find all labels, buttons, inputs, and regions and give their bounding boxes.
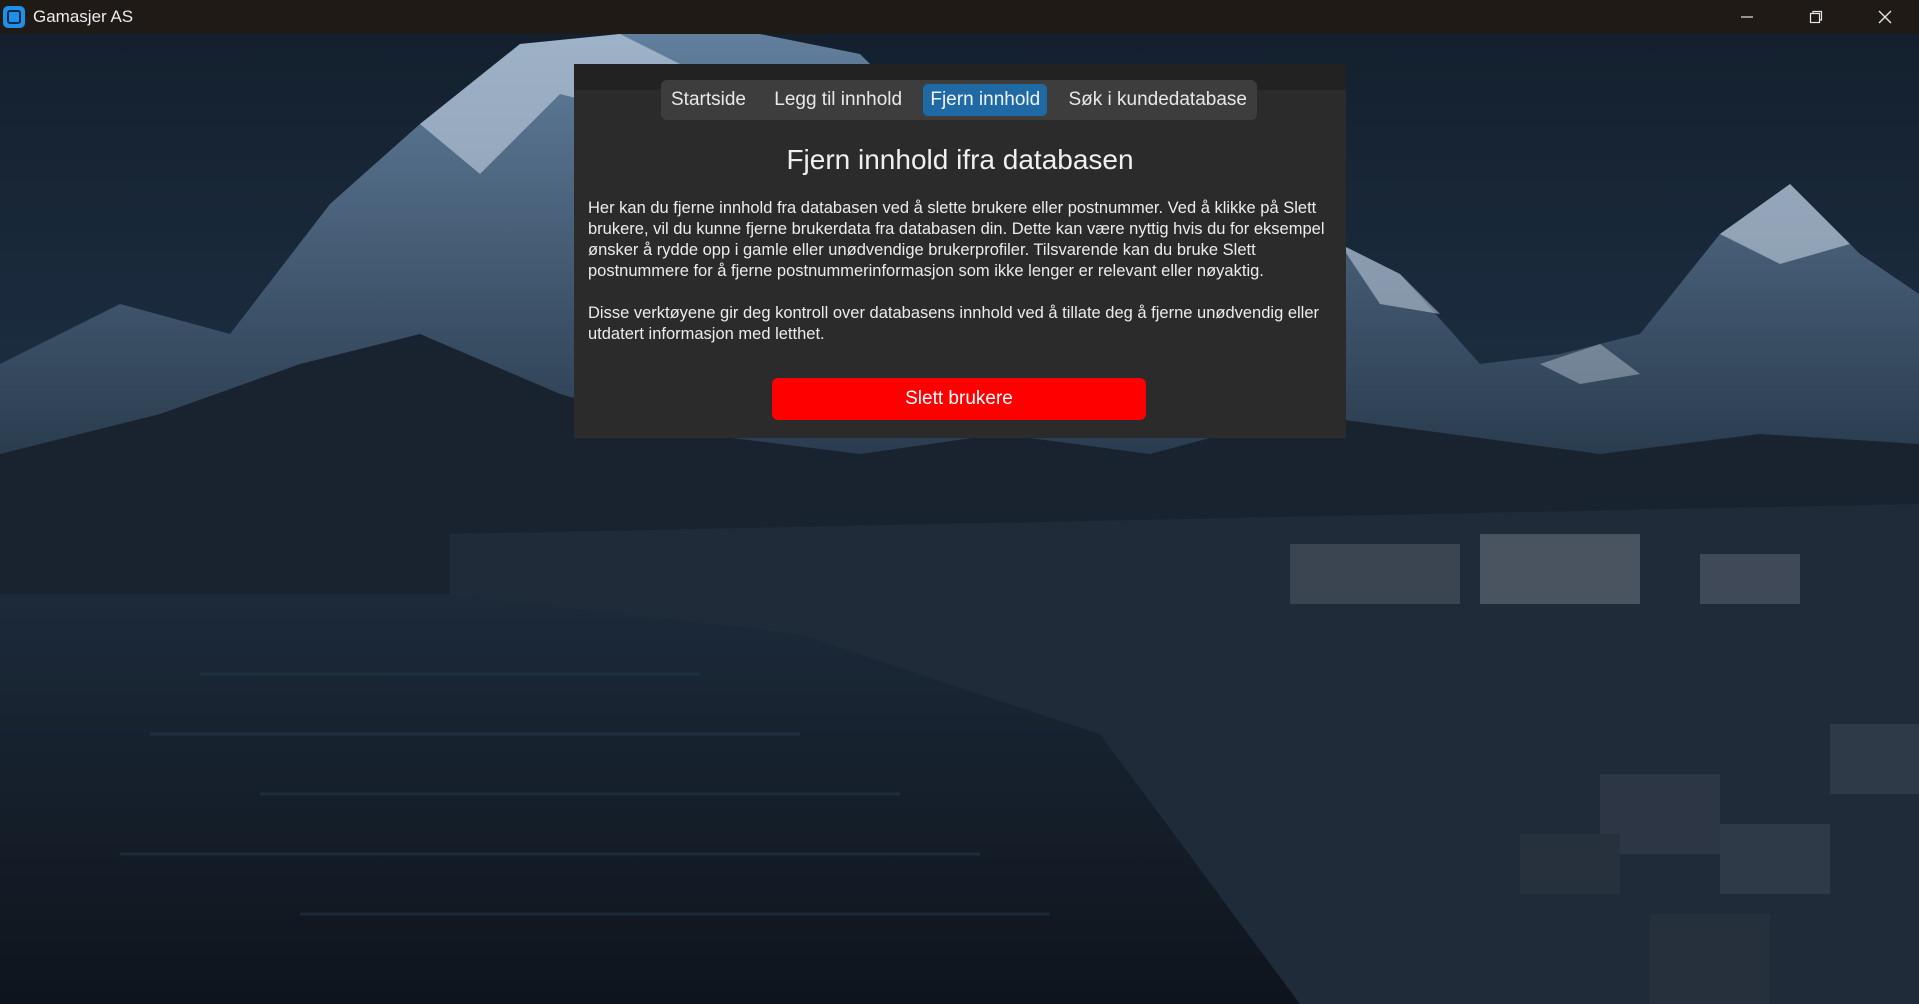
tab-legg-til-innhold[interactable]: Legg til innhold xyxy=(767,84,909,116)
minimize-button[interactable] xyxy=(1712,0,1781,34)
title-bar: Gamasjer AS xyxy=(0,0,1919,34)
description-text: Her kan du fjerne innhold fra databasen … xyxy=(588,198,1336,366)
delete-users-button[interactable]: Slett brukere xyxy=(772,378,1146,420)
description-paragraph: Her kan du fjerne innhold fra databasen … xyxy=(588,199,1325,280)
app-window: Gamasjer AS Startside Legg til innhold F… xyxy=(0,0,1919,1004)
window-title: Gamasjer AS xyxy=(33,7,134,26)
minimize-icon xyxy=(1740,16,1753,18)
window-controls xyxy=(1712,0,1919,34)
close-icon xyxy=(1878,10,1891,24)
close-button[interactable] xyxy=(1850,0,1919,34)
tab-bar: Startside Legg til innhold Fjern innhold… xyxy=(661,80,1257,120)
maximize-button[interactable] xyxy=(1781,0,1850,34)
app-logo-icon xyxy=(3,6,25,28)
page-title: Fjern innhold ifra databasen xyxy=(786,144,1134,175)
description-paragraph: Disse verktøyene gir deg kontroll over d… xyxy=(588,304,1320,343)
tab-sok-i-kundedatabase[interactable]: Søk i kundedatabase xyxy=(1061,84,1254,116)
tab-fjern-innhold[interactable]: Fjern innhold xyxy=(923,84,1048,116)
tab-startside[interactable]: Startside xyxy=(664,84,753,116)
restore-icon xyxy=(1809,10,1822,24)
content-panel: Startside Legg til innhold Fjern innhold… xyxy=(574,64,1346,438)
